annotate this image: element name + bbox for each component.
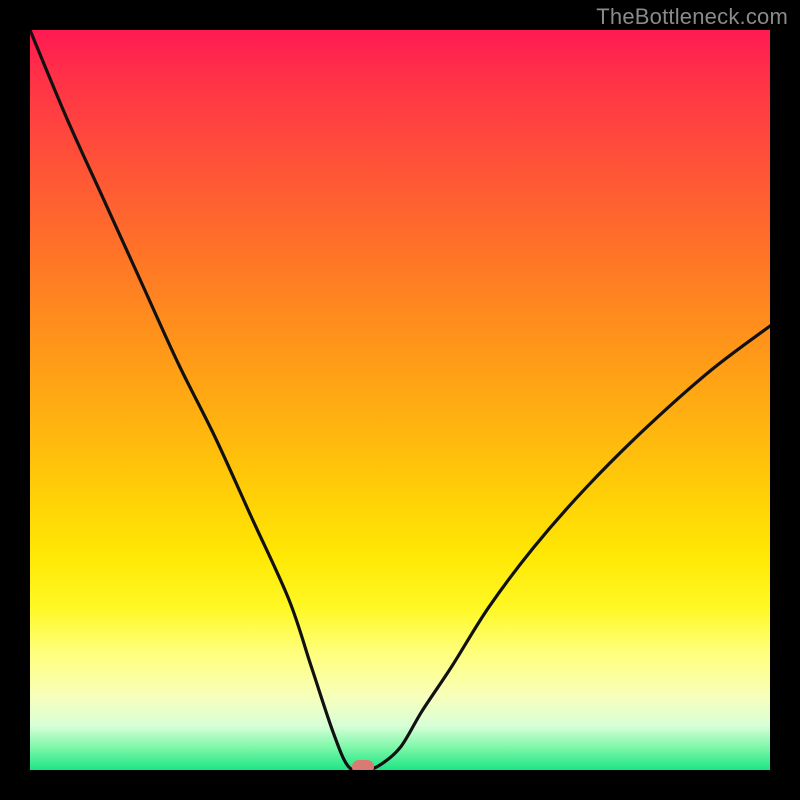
chart-frame: TheBottleneck.com <box>0 0 800 800</box>
watermark-text: TheBottleneck.com <box>596 4 788 30</box>
bottleneck-curve <box>30 30 770 770</box>
optimum-marker <box>352 760 374 770</box>
plot-area <box>30 30 770 770</box>
